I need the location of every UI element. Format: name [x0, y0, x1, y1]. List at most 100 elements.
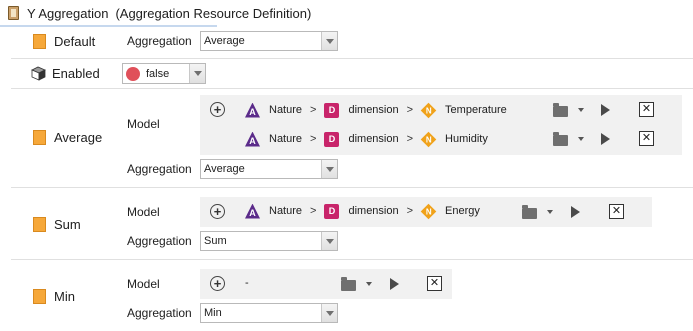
dropdown-value: Average	[204, 163, 245, 175]
dropdown-arrow-button[interactable]	[189, 64, 205, 83]
dimension-text: dimension	[348, 104, 399, 116]
add-icon[interactable]: +	[210, 276, 225, 291]
divider	[11, 187, 693, 188]
header-title: Y Aggregation	[27, 5, 109, 21]
sum-aggregation-label: Aggregation	[127, 234, 192, 248]
dropdown-arrow-button[interactable]	[321, 160, 337, 178]
folder-icon[interactable]	[341, 277, 356, 291]
divider	[11, 88, 693, 89]
dropdown-arrow-button[interactable]	[321, 304, 337, 322]
remove-icon[interactable]: ✕	[639, 131, 654, 146]
min-aggregation-label: Aggregation	[127, 306, 192, 320]
play-icon[interactable]	[390, 278, 399, 290]
average-label: Average	[54, 129, 103, 145]
folder-icon[interactable]	[553, 103, 568, 117]
min-model-label: Model	[127, 277, 160, 291]
separator: >	[406, 205, 414, 217]
slot-icon	[33, 33, 46, 49]
property-sheet-header: Y Aggregation (Aggregation Resource Defi…	[0, 0, 693, 26]
default-aggregation-dropdown[interactable]: Average	[200, 31, 338, 51]
measure-text: Temperature	[445, 104, 507, 116]
model-row: A Nature > Ddimension > N Humidity	[245, 129, 488, 149]
model-row: A Nature > Ddimension > N Temperature	[245, 100, 507, 120]
badge-letter: N	[425, 134, 432, 144]
average-aggregation-label: Aggregation	[127, 162, 192, 176]
sum-label: Sum	[54, 216, 81, 232]
badge-letter: N	[425, 105, 432, 115]
sum-aggregation-dropdown[interactable]: Sum	[200, 231, 338, 251]
play-icon[interactable]	[571, 206, 580, 218]
slot-icon	[33, 216, 46, 232]
empty-model-text: -	[245, 277, 249, 289]
nature-text: Nature	[269, 104, 303, 116]
dimension-badge-icon: D	[324, 102, 340, 118]
nature-badge-icon: A	[245, 131, 260, 147]
false-status-dot	[126, 66, 140, 81]
header-underline	[0, 25, 217, 27]
play-icon[interactable]	[601, 133, 610, 145]
dropdown-arrow-button[interactable]	[321, 32, 337, 50]
min-property[interactable]: Min	[33, 288, 75, 304]
divider	[11, 259, 693, 260]
measure-badge-icon: N	[420, 203, 437, 219]
sum-property[interactable]: Sum	[33, 216, 81, 232]
default-aggregation-label: Aggregation	[127, 34, 192, 48]
add-icon[interactable]: +	[210, 102, 225, 117]
slot-icon	[33, 129, 46, 145]
chevron-down-icon[interactable]	[578, 137, 584, 141]
chevron-down-icon	[325, 166, 334, 172]
average-model-label: Model	[127, 117, 160, 131]
dropdown-value: Min	[204, 307, 222, 319]
chevron-down-icon[interactable]	[366, 282, 372, 286]
nature-badge-icon: A	[245, 203, 260, 219]
model-row: -	[245, 273, 249, 293]
enabled-property[interactable]: Enabled	[31, 65, 100, 82]
measure-badge-icon: N	[420, 102, 437, 118]
remove-icon[interactable]: ✕	[609, 204, 624, 219]
measure-badge-icon: N	[420, 131, 437, 147]
dimension-badge-icon: D	[324, 131, 340, 147]
nature-badge-icon: A	[245, 102, 260, 118]
add-icon[interactable]: +	[210, 204, 225, 219]
slot-icon	[33, 288, 46, 304]
dropdown-value: Average	[204, 35, 245, 47]
dimension-text: dimension	[348, 205, 399, 217]
default-property[interactable]: Default	[33, 33, 95, 49]
dropdown-arrow-button[interactable]	[321, 232, 337, 250]
enabled-dropdown[interactable]: false	[122, 63, 206, 84]
separator: >	[406, 104, 414, 116]
separator: >	[310, 133, 317, 145]
dimension-badge-icon: D	[324, 203, 340, 219]
chevron-down-icon[interactable]	[578, 108, 584, 112]
header-subtitle: (Aggregation Resource Definition)	[115, 5, 312, 21]
dropdown-value: Sum	[204, 235, 227, 247]
play-icon[interactable]	[601, 104, 610, 116]
dimension-text: dimension	[348, 133, 399, 145]
min-label: Min	[54, 288, 75, 304]
enabled-label: Enabled	[52, 66, 100, 81]
separator: >	[310, 104, 317, 116]
min-aggregation-dropdown[interactable]: Min	[200, 303, 338, 323]
average-aggregation-dropdown[interactable]: Average	[200, 159, 338, 179]
measure-text: Energy	[445, 205, 480, 217]
separator: >	[406, 133, 414, 145]
chevron-down-icon	[325, 38, 334, 44]
average-property[interactable]: Average	[33, 129, 102, 145]
default-label: Default	[54, 33, 96, 49]
folder-icon[interactable]	[553, 132, 568, 146]
chevron-down-icon	[325, 310, 334, 316]
min-model-editor	[200, 269, 452, 299]
enabled-value: false	[146, 67, 170, 80]
remove-icon[interactable]: ✕	[639, 102, 654, 117]
sum-model-label: Model	[127, 205, 160, 219]
remove-icon[interactable]: ✕	[427, 276, 442, 291]
nature-text: Nature	[269, 133, 303, 145]
chevron-down-icon[interactable]	[547, 210, 553, 214]
model-row: A Nature > Ddimension > N Energy	[245, 201, 480, 221]
cube-icon	[31, 66, 46, 81]
chevron-down-icon	[325, 238, 334, 244]
badge-letter: N	[425, 206, 432, 216]
separator: >	[310, 205, 317, 217]
measure-text: Humidity	[445, 133, 488, 145]
folder-icon[interactable]	[522, 205, 537, 219]
